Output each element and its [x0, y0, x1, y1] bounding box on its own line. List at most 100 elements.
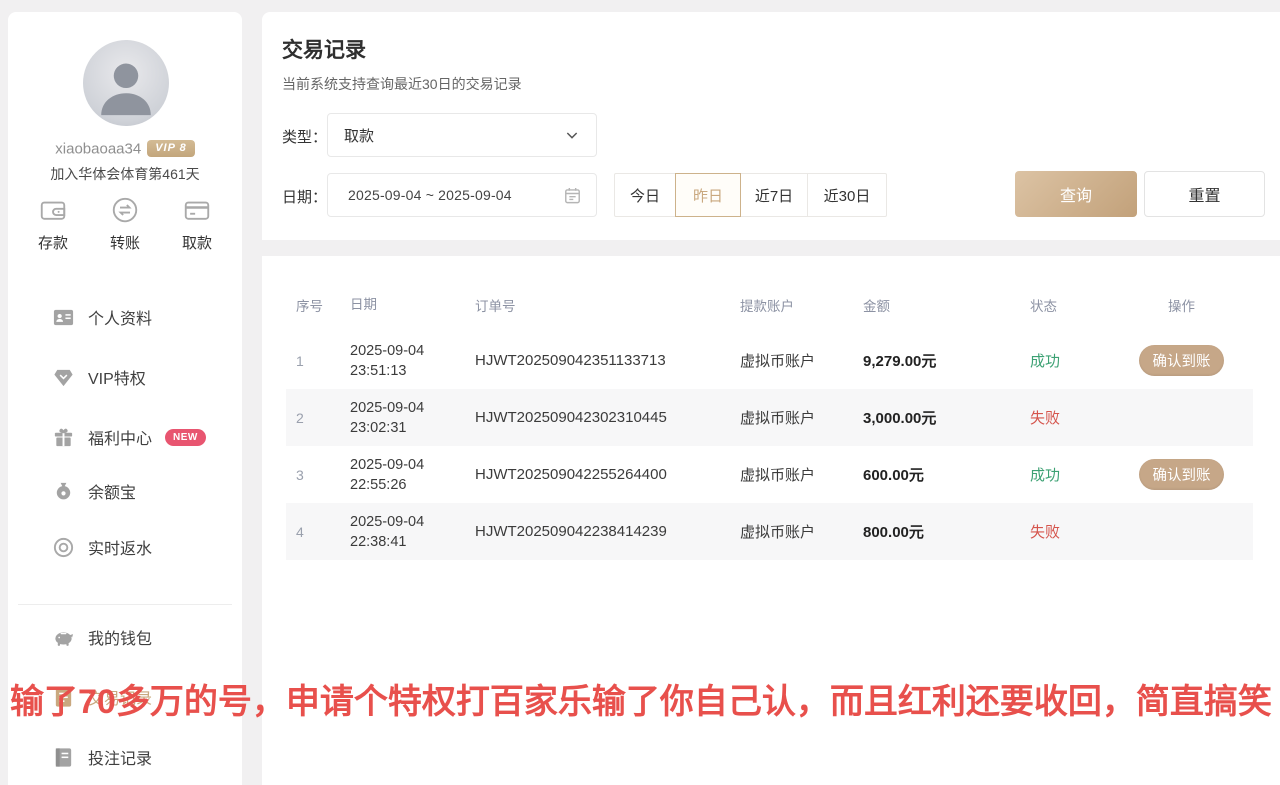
id-card-icon: [52, 306, 75, 329]
row-status: 失败: [1030, 407, 1110, 428]
new-badge: NEW: [165, 429, 206, 446]
row-time: 23:51:13: [350, 363, 406, 379]
date-range-value: 2025-09-04 ~ 2025-09-04: [348, 187, 563, 203]
col-header-order: 订单号: [475, 295, 740, 315]
row-datetime: 2025-09-04 22:55:26: [350, 455, 475, 495]
row-account: 虚拟币账户: [740, 407, 863, 428]
vip-badge: VIP 8: [147, 140, 195, 157]
sidebar-item-label: 余额宝: [88, 479, 136, 503]
table-header-row: 序号 日期 订单号 提款账户 金额 状态 操作: [286, 285, 1253, 325]
col-header-status: 状态: [1030, 295, 1110, 315]
diamond-icon: [52, 366, 75, 389]
row-date: 2025-09-04: [350, 457, 424, 473]
sidebar: xiaobaoaa34 VIP 8 加入华体会体育第461天 存款 转账: [8, 12, 242, 785]
row-time: 22:38:41: [350, 534, 406, 550]
gift-icon: [52, 426, 75, 449]
transfer-button[interactable]: 转账: [94, 195, 156, 253]
transfer-icon: [110, 195, 140, 225]
row-time: 22:55:26: [350, 477, 406, 493]
date-range-input[interactable]: 2025-09-04 ~ 2025-09-04: [327, 173, 597, 217]
row-action-cell: 确认到账: [1110, 459, 1253, 490]
row-amount: 3,000.00元: [863, 407, 1030, 428]
row-status: 失败: [1030, 521, 1110, 542]
sidebar-item-yuebao[interactable]: 余额宝: [8, 471, 242, 511]
sidebar-item-wallet[interactable]: 我的钱包: [8, 617, 242, 657]
bank-card-icon: [182, 195, 212, 225]
sidebar-item-rebate[interactable]: 实时返水: [8, 527, 242, 567]
col-header-action: 操作: [1110, 295, 1253, 315]
quick-date-yesterday[interactable]: 昨日: [675, 173, 741, 217]
row-number: 4: [286, 524, 350, 540]
type-select[interactable]: 取款: [327, 113, 597, 157]
sidebar-divider: [18, 604, 232, 605]
row-order-number: HJWT202509042302310445: [475, 409, 740, 426]
deposit-button[interactable]: 存款: [22, 195, 84, 253]
wallet-icon: [38, 195, 68, 225]
quick-date-30days[interactable]: 近30日: [807, 173, 887, 217]
row-number: 1: [286, 353, 350, 369]
bet-records-icon: [52, 746, 75, 769]
date-label: 日期：: [282, 186, 327, 207]
row-status: 成功: [1030, 464, 1110, 485]
sidebar-item-welfare[interactable]: 福利中心 NEW: [8, 417, 242, 457]
sidebar-item-profile[interactable]: 个人资料: [8, 297, 242, 337]
table-row: 1 2025-09-04 23:51:13 HJWT20250904235113…: [286, 332, 1253, 389]
overlay-complaint-text: 输了70多万的号，申请个特权打百家乐输了你自己认，而且红利还要收回，简直搞笑: [10, 674, 1280, 723]
row-order-number: HJWT202509042238414239: [475, 523, 740, 540]
row-amount: 600.00元: [863, 464, 1030, 485]
row-order-number: HJWT202509042351133713: [475, 352, 740, 369]
row-datetime: 2025-09-04 23:51:13: [350, 341, 475, 381]
col-header-no: 序号: [286, 295, 350, 315]
rebate-icon: [52, 536, 75, 559]
person-silhouette-icon: [91, 51, 161, 121]
chevron-down-icon: [564, 127, 580, 143]
quick-date-7days[interactable]: 近7日: [740, 173, 808, 217]
page-title: 交易记录: [282, 34, 366, 64]
confirm-receipt-button[interactable]: 确认到账: [1139, 459, 1224, 490]
quick-actions: 存款 转账 取款: [8, 195, 242, 253]
join-days-text: 加入华体会体育第461天: [8, 164, 242, 184]
deposit-label: 存款: [38, 232, 68, 253]
withdraw-label: 取款: [182, 232, 212, 253]
withdraw-button[interactable]: 取款: [166, 195, 228, 253]
sidebar-item-bets[interactable]: 投注记录: [8, 737, 242, 777]
row-action-cell: 确认到账: [1110, 345, 1253, 376]
query-button[interactable]: 查询: [1015, 171, 1137, 217]
type-label: 类型：: [282, 126, 327, 147]
row-date: 2025-09-04: [350, 400, 424, 416]
row-number: 3: [286, 467, 350, 483]
transfer-label: 转账: [110, 232, 140, 253]
avatar[interactable]: [83, 40, 169, 126]
sidebar-item-label: 我的钱包: [88, 625, 152, 649]
row-date: 2025-09-04: [350, 343, 424, 359]
type-select-value: 取款: [344, 125, 564, 146]
confirm-receipt-button[interactable]: 确认到账: [1139, 345, 1224, 376]
quick-date-today[interactable]: 今日: [614, 173, 676, 217]
row-amount: 9,279.00元: [863, 350, 1030, 371]
sidebar-item-label: 福利中心: [88, 425, 152, 449]
table-rows: 1 2025-09-04 23:51:13 HJWT20250904235113…: [286, 332, 1253, 560]
sidebar-item-vip[interactable]: VIP特权: [8, 357, 242, 397]
page-subtitle: 当前系统支持查询最近30日的交易记录: [282, 74, 522, 94]
reset-button[interactable]: 重置: [1144, 171, 1265, 217]
calendar-icon: [563, 186, 582, 205]
money-bag-icon: [52, 480, 75, 503]
row-datetime: 2025-09-04 23:02:31: [350, 398, 475, 438]
sidebar-item-label: VIP特权: [88, 365, 146, 389]
row-number: 2: [286, 410, 350, 426]
table-row: 4 2025-09-04 22:38:41 HJWT20250904223841…: [286, 503, 1253, 560]
table-row: 3 2025-09-04 22:55:26 HJWT20250904225526…: [286, 446, 1253, 503]
row-datetime: 2025-09-04 22:38:41: [350, 512, 475, 552]
sidebar-item-label: 投注记录: [88, 745, 152, 769]
sidebar-item-label: 个人资料: [88, 305, 152, 329]
row-order-number: HJWT202509042255264400: [475, 466, 740, 483]
row-account: 虚拟币账户: [740, 464, 863, 485]
username: xiaobaoaa34: [55, 140, 141, 157]
sidebar-item-label: 实时返水: [88, 535, 152, 559]
piggy-bank-icon: [52, 626, 75, 649]
row-amount: 800.00元: [863, 521, 1030, 542]
col-header-date: 日期: [350, 295, 475, 315]
row-account: 虚拟币账户: [740, 521, 863, 542]
quick-date-group: 今日 昨日 近7日 近30日: [614, 173, 887, 217]
col-header-account: 提款账户: [740, 295, 863, 315]
